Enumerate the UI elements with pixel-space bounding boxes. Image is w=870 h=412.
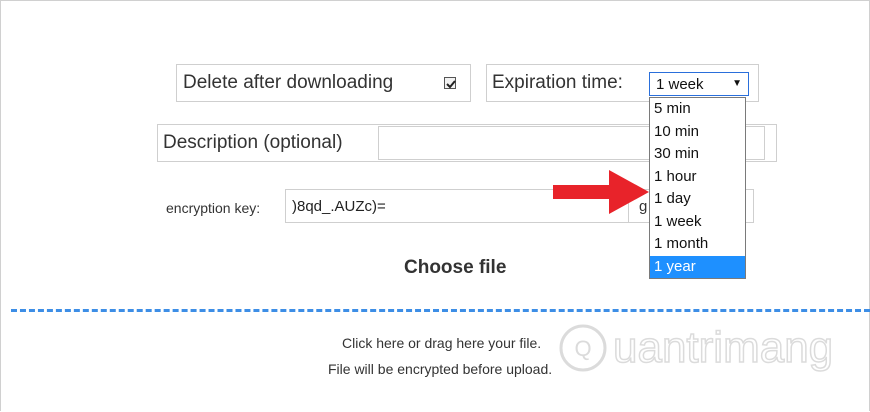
drop-zone-line2: File will be encrypted before upload. xyxy=(328,361,553,377)
expiration-select[interactable]: 1 week ▼ xyxy=(649,72,749,96)
expiration-option[interactable]: 10 min xyxy=(650,121,745,144)
expiration-option[interactable]: 1 year xyxy=(650,255,745,278)
choose-file-title: Choose file xyxy=(404,257,507,278)
encryption-key-value: )8qd_.AUZc)= xyxy=(292,198,386,215)
drop-zone-divider xyxy=(11,309,870,312)
expiration-option[interactable]: 30 min xyxy=(650,143,745,166)
delete-after-downloading-checkbox[interactable] xyxy=(444,77,456,89)
watermark-text: uantrimang xyxy=(613,323,833,372)
red-arrow-icon xyxy=(553,170,649,214)
chevron-down-icon: ▼ xyxy=(732,78,742,89)
delete-after-downloading-label: Delete after downloading xyxy=(183,72,394,93)
description-label: Description (optional) xyxy=(163,132,343,153)
svg-text:Q: Q xyxy=(574,336,591,361)
drop-zone-line1: Click here or drag here your file. xyxy=(342,335,542,351)
expiration-selected-value: 1 week xyxy=(656,76,704,93)
delete-after-downloading-box[interactable]: Delete after downloading xyxy=(176,64,471,102)
expiration-dropdown-list: 5 min 10 min 30 min 1 hour 1 day 1 week 1 mont… xyxy=(649,97,746,279)
expiration-time-label: Expiration time: xyxy=(492,72,623,93)
expiration-option[interactable]: 1 week xyxy=(650,211,745,234)
encryption-key-label: encryption key: xyxy=(166,200,261,216)
expiration-option[interactable]: 1 hour xyxy=(650,166,745,189)
checkmark-icon xyxy=(446,80,456,89)
expiration-option[interactable]: 1 day xyxy=(650,188,745,211)
watermark-icon: Q uantrimang xyxy=(559,322,834,373)
expiration-option[interactable]: 1 month xyxy=(650,233,745,256)
expiration-option[interactable]: 5 min xyxy=(650,98,745,121)
watermark-logo: Q uantrimang xyxy=(555,318,845,378)
